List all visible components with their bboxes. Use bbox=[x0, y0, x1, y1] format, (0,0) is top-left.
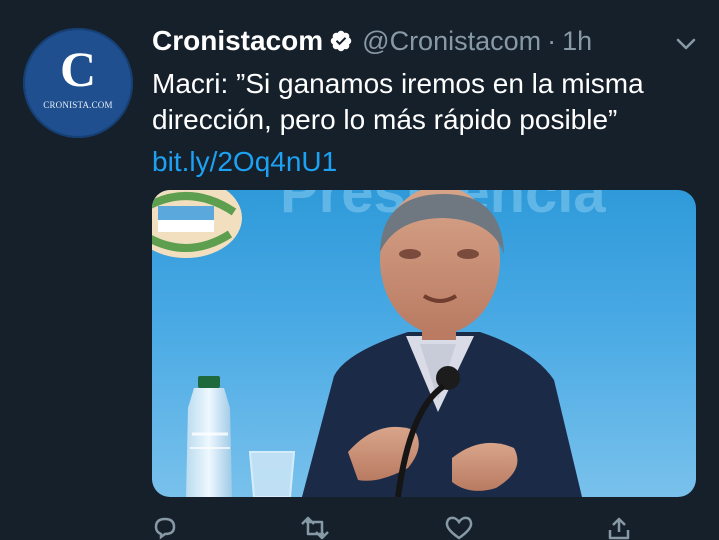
tweet-link[interactable]: bit.ly/2Oq4nU1 bbox=[152, 144, 337, 180]
avatar-logo-letter: C bbox=[59, 41, 97, 97]
retweet-icon bbox=[301, 516, 329, 540]
water-bottle bbox=[186, 376, 232, 497]
share-button[interactable] bbox=[606, 516, 632, 540]
chevron-down-icon[interactable] bbox=[675, 36, 697, 52]
reply-button[interactable] bbox=[152, 516, 188, 540]
tweet-text: Macri: ”Si ganamos iremos en la misma di… bbox=[152, 66, 692, 138]
display-name[interactable]: Cronistacom bbox=[152, 25, 323, 57]
tweet-actions bbox=[152, 516, 672, 540]
like-button[interactable] bbox=[444, 516, 484, 540]
tweet-timestamp[interactable]: 1h bbox=[562, 26, 592, 57]
header-separator: · bbox=[547, 25, 557, 56]
tweet-header: Cronistacom @Cronistacom · 1h bbox=[152, 24, 592, 58]
retweet-button[interactable] bbox=[298, 516, 342, 540]
avatar-logo-wordmark: CRONISTA.COM bbox=[43, 100, 113, 110]
tweet-text-line: Macri: ”Si ganamos iremos en la misma bbox=[152, 68, 644, 99]
argentina-coat-of-arms bbox=[152, 190, 242, 258]
share-icon bbox=[608, 517, 630, 540]
press-conference-photo: Presidencia bbox=[152, 190, 606, 497]
heart-icon bbox=[445, 516, 473, 540]
user-handle[interactable]: @Cronistacom bbox=[362, 26, 541, 57]
profile-avatar[interactable]: C CRONISTA.COM bbox=[23, 28, 133, 138]
tweet-card[interactable]: C CRONISTA.COM Cronistacom @Cronistacom … bbox=[0, 0, 719, 540]
verified-badge-icon bbox=[330, 30, 352, 52]
reply-icon bbox=[154, 517, 176, 540]
tweet-photo[interactable]: Presidencia bbox=[152, 190, 696, 497]
tweet-text-line: dirección, pero lo más rápido posible” bbox=[152, 104, 618, 135]
speaker bbox=[302, 190, 582, 497]
glass bbox=[248, 451, 296, 497]
